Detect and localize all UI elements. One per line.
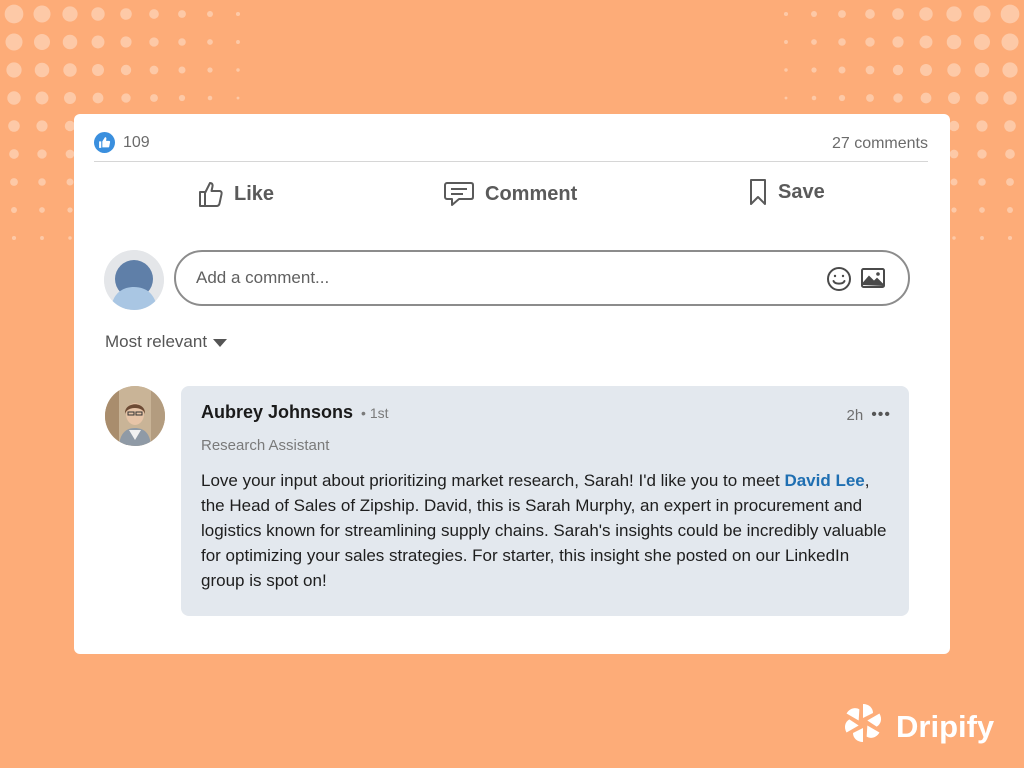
image-icon[interactable] <box>860 266 886 295</box>
post-actions-bar: Like Comment Save <box>74 178 950 216</box>
connection-degree: • 1st <box>361 404 389 421</box>
dripify-logo: Dripify <box>840 700 994 754</box>
dripify-wordmark: Dripify <box>896 709 995 744</box>
save-button[interactable]: Save <box>748 178 825 206</box>
comment-meta: 2h ••• <box>847 406 892 424</box>
commenter-headline: Research Assistant <box>201 437 330 454</box>
thumbs-up-icon <box>198 180 224 208</box>
comment-timestamp: 2h <box>846 406 864 424</box>
speech-bubble-icon <box>443 180 475 208</box>
post-stats-bar: 109 27 comments <box>94 132 928 162</box>
comment-bubble: Aubrey Johnsons • 1st 2h ••• Research As… <box>181 386 909 616</box>
bookmark-icon <box>748 178 768 206</box>
comment-composer <box>104 250 910 310</box>
current-user-avatar <box>104 250 164 310</box>
emoji-icon[interactable] <box>826 266 852 297</box>
comment-text-start: Love your input about prioritizing marke… <box>201 471 785 490</box>
mention-link[interactable]: David Lee <box>784 471 864 490</box>
caret-down-icon <box>213 332 228 352</box>
thumbs-up-reaction-icon <box>94 132 115 153</box>
comment-label: Comment <box>485 182 578 205</box>
commenter-name[interactable]: Aubrey Johnsons <box>201 402 353 423</box>
like-button[interactable]: Like <box>198 180 274 208</box>
comments-count-link[interactable]: 27 comments <box>832 135 928 153</box>
comment-input-box[interactable] <box>174 250 910 306</box>
commenter-avatar[interactable] <box>105 386 165 446</box>
comment-text: Love your input about prioritizing marke… <box>201 468 889 593</box>
reactions-summary[interactable]: 109 <box>94 132 150 153</box>
post-card: 109 27 comments Like Comment Save Add a … <box>74 114 950 654</box>
more-options-icon[interactable]: ••• <box>871 406 891 424</box>
comment-button[interactable]: Comment <box>443 180 577 208</box>
reaction-count: 109 <box>123 133 150 151</box>
sort-dropdown[interactable]: Most relevant <box>105 332 228 352</box>
comment-input[interactable] <box>196 252 756 304</box>
save-label: Save <box>778 180 825 203</box>
like-label: Like <box>234 182 275 205</box>
sort-label: Most relevant <box>105 332 208 351</box>
dripify-logo-icon <box>840 700 886 754</box>
comment-header: Aubrey Johnsons • 1st <box>201 402 889 423</box>
